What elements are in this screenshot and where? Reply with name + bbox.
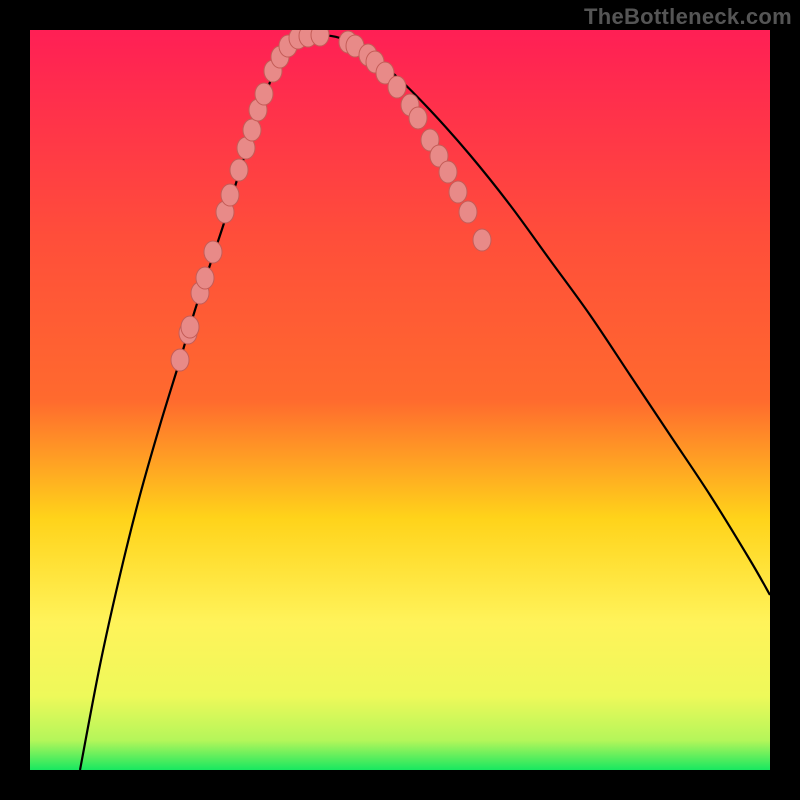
data-marker — [409, 107, 427, 129]
data-marker — [449, 181, 467, 203]
data-marker — [473, 229, 491, 251]
data-marker — [439, 161, 457, 183]
data-marker — [459, 201, 477, 223]
data-marker — [204, 241, 222, 263]
data-marker — [311, 30, 329, 46]
data-marker — [255, 83, 273, 105]
data-marker — [388, 76, 406, 98]
watermark-text: TheBottleneck.com — [584, 4, 792, 30]
plot-gradient — [30, 30, 770, 770]
data-marker — [181, 316, 199, 338]
data-marker — [196, 267, 214, 289]
chart-svg — [30, 30, 770, 770]
chart-frame: TheBottleneck.com — [0, 0, 800, 800]
plot-area — [30, 30, 770, 770]
data-marker — [230, 159, 248, 181]
data-marker — [171, 349, 189, 371]
data-marker — [221, 184, 239, 206]
data-marker — [243, 119, 261, 141]
